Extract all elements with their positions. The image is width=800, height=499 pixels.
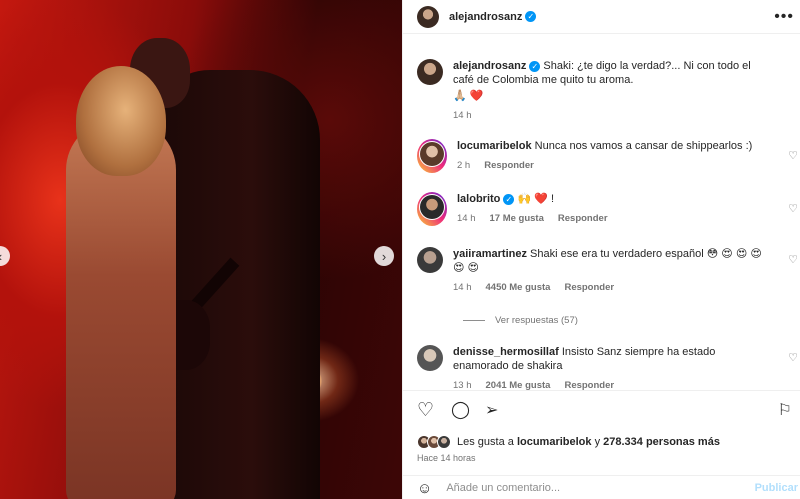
comment-icon[interactable]: ◯ — [451, 400, 470, 420]
share-icon[interactable]: ➢ — [485, 400, 498, 420]
likes-connector: y — [594, 436, 601, 448]
comment-likes[interactable]: 2041 Me gusta — [486, 379, 551, 390]
post-header: alejandrosanz ✓ ••• — [403, 0, 800, 34]
bookmark-icon[interactable]: ⚐ — [778, 400, 792, 420]
heart-outline-icon[interactable]: ♡ — [417, 399, 434, 422]
reply-button[interactable]: Responder — [564, 281, 614, 295]
chevron-left-icon: ‹ — [0, 249, 2, 264]
replies-divider — [463, 320, 485, 321]
publish-button[interactable]: Publicar — [755, 482, 798, 494]
previous-photo-button[interactable]: ‹ — [0, 246, 10, 266]
reply-button[interactable]: Responder — [484, 159, 534, 173]
commenter-avatar[interactable] — [417, 247, 443, 273]
caption-time: 14 h — [453, 110, 472, 121]
action-bar: ♡ ◯ ➢ ⚐ Les gusta a locumaribelok y 278.… — [403, 390, 800, 499]
woman-hair — [76, 66, 166, 176]
chevron-right-icon: › — [381, 248, 387, 264]
commenter-avatar — [420, 195, 444, 219]
verified-icon: ✓ — [503, 193, 515, 205]
caption-emojis: 🙏🏼 ❤️ — [453, 90, 484, 102]
comment-username[interactable]: denisse_hermosillaf — [453, 346, 559, 358]
posted-time: Hace 14 horas — [417, 453, 476, 463]
add-comment-bar: ☺ Añade un comentario... Publicar — [403, 475, 800, 499]
verified-icon: ✓ — [529, 60, 541, 72]
likes-user[interactable]: locumaribelok — [517, 436, 592, 448]
post-photo[interactable]: ‹ › — [0, 0, 402, 499]
reply-button[interactable]: Responder — [558, 212, 608, 226]
comment-time: 2 h — [457, 160, 471, 171]
smiley-icon[interactable]: ☺ — [417, 480, 432, 497]
comment-username[interactable]: locumaribelok — [457, 140, 532, 152]
comment-username[interactable]: yaiiramartinez — [453, 248, 527, 260]
comment-time: 13 h — [453, 380, 472, 390]
comment-text: Nunca nos vamos a cansar de shippearlos … — [534, 140, 753, 152]
author-avatar[interactable] — [417, 5, 439, 28]
like-comment-icon[interactable]: ♡ — [788, 351, 798, 364]
comment-item: lalobrito ✓ 🙌 ❤️ ! 14 h 17 Me gusta Respo… — [417, 192, 800, 226]
comment-input[interactable]: Añade un comentario... — [446, 482, 560, 494]
like-comment-icon[interactable]: ♡ — [788, 202, 798, 215]
author-username[interactable]: alejandrosanz — [449, 11, 522, 23]
story-ring[interactable] — [417, 139, 447, 173]
comments-list[interactable]: alejandrosanz ✓ Shaki: ¿te digo la verdad… — [403, 35, 800, 390]
post-panel: alejandrosanz ✓ ••• alejandrosanz ✓ Shaki… — [402, 0, 800, 499]
comment-likes[interactable]: 17 Me gusta — [490, 212, 544, 226]
likes-count[interactable]: 278.334 personas más — [603, 436, 720, 448]
like-comment-icon[interactable]: ♡ — [788, 149, 798, 162]
caption: alejandrosanz ✓ Shaki: ¿te digo la verdad… — [417, 59, 800, 123]
liker-avatar — [437, 435, 451, 449]
comment-time: 14 h — [457, 213, 476, 224]
reply-button[interactable]: Responder — [564, 379, 614, 390]
caption-username[interactable]: alejandrosanz — [453, 60, 526, 72]
story-ring[interactable] — [417, 192, 447, 226]
author-avatar[interactable] — [417, 59, 443, 85]
view-replies-label: Ver respuestas (57) — [495, 315, 578, 326]
view-replies-button[interactable]: Ver respuestas (57) — [463, 315, 578, 326]
comment-time: 14 h — [453, 282, 472, 293]
commenter-avatar[interactable] — [417, 345, 443, 371]
comment-username[interactable]: lalobrito — [457, 193, 500, 205]
comment-likes[interactable]: 4450 Me gusta — [486, 281, 551, 295]
woman-figure — [66, 120, 176, 499]
comment-item: locumaribelok Nunca nos vamos a cansar d… — [417, 139, 800, 173]
commenter-avatar — [420, 142, 444, 166]
likes-prefix: Les gusta a — [457, 436, 514, 448]
verified-icon: ✓ — [525, 11, 537, 22]
like-comment-icon[interactable]: ♡ — [788, 253, 798, 266]
more-options-icon[interactable]: ••• — [774, 8, 794, 26]
next-photo-button[interactable]: › — [374, 246, 394, 266]
comment-item: yaiiramartinez Shaki ese era tu verdader… — [417, 247, 800, 295]
comment-text: 🙌 ❤️ ! — [517, 193, 555, 205]
likes-summary: Les gusta a locumaribelok y 278.334 pers… — [417, 435, 720, 449]
comment-item: denisse_hermosillaf Insisto Sanz siempre… — [417, 345, 800, 390]
